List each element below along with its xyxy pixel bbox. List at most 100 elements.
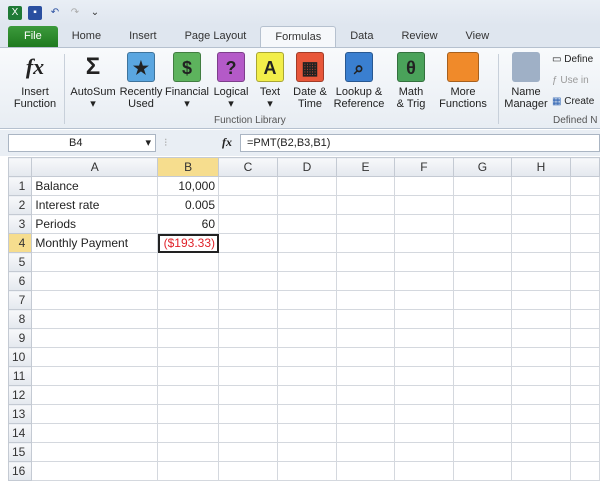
row-header[interactable]: 12 bbox=[7, 385, 33, 405]
cell[interactable] bbox=[277, 385, 337, 405]
cell[interactable] bbox=[510, 176, 571, 196]
undo-icon[interactable]: ↶ bbox=[48, 6, 62, 20]
define-name-button[interactable]: ▭ Define bbox=[552, 54, 593, 65]
cell[interactable] bbox=[218, 252, 278, 272]
cell-b5[interactable] bbox=[157, 252, 220, 272]
cell[interactable] bbox=[510, 271, 571, 291]
cell[interactable] bbox=[569, 195, 600, 215]
cell[interactable] bbox=[277, 328, 337, 348]
cell[interactable] bbox=[335, 423, 395, 443]
row-header[interactable]: 1 bbox=[7, 176, 33, 196]
row-header[interactable]: 15 bbox=[7, 442, 33, 462]
row-header[interactable]: 8 bbox=[7, 309, 33, 329]
cell[interactable] bbox=[393, 252, 454, 272]
name-manager-button[interactable]: Name Manager bbox=[502, 52, 550, 110]
row-header[interactable]: 4 bbox=[7, 233, 33, 253]
more-functions-button[interactable]: More Functions bbox=[434, 52, 492, 110]
cell[interactable] bbox=[510, 309, 571, 329]
cell-a1[interactable]: Balance bbox=[31, 176, 159, 196]
column-header-a[interactable]: A bbox=[31, 157, 159, 177]
cell[interactable] bbox=[218, 271, 278, 291]
cell[interactable] bbox=[218, 233, 278, 253]
cell[interactable] bbox=[277, 423, 337, 443]
cell[interactable] bbox=[510, 290, 571, 310]
row-header[interactable]: 3 bbox=[7, 214, 33, 234]
tab-view[interactable]: View bbox=[452, 26, 504, 47]
save-icon[interactable]: ▪ bbox=[28, 5, 42, 20]
cell-b8[interactable] bbox=[157, 309, 220, 329]
cell[interactable] bbox=[335, 195, 395, 215]
cell[interactable] bbox=[393, 290, 454, 310]
tab-home[interactable]: Home bbox=[58, 26, 115, 47]
column-header-f[interactable]: F bbox=[393, 157, 454, 177]
cell-a8[interactable] bbox=[31, 309, 159, 329]
cell[interactable] bbox=[569, 271, 600, 291]
cell[interactable] bbox=[569, 404, 600, 424]
cell-b1[interactable]: 10,000 bbox=[157, 176, 220, 196]
cell-a15[interactable] bbox=[31, 442, 159, 462]
cell[interactable] bbox=[510, 252, 571, 272]
cell[interactable] bbox=[452, 461, 512, 481]
cell[interactable] bbox=[452, 385, 512, 405]
logical-button[interactable]: ? Logical ▾ bbox=[211, 52, 251, 110]
cell[interactable] bbox=[569, 233, 600, 253]
cell[interactable] bbox=[277, 347, 337, 367]
row-header[interactable]: 5 bbox=[7, 252, 33, 272]
cell-b6[interactable] bbox=[157, 271, 220, 291]
column-header-e[interactable]: E bbox=[335, 157, 395, 177]
cell-b4[interactable]: ($193.33) bbox=[157, 233, 220, 253]
cell[interactable] bbox=[277, 176, 337, 196]
cell-b14[interactable] bbox=[157, 423, 220, 443]
financial-button[interactable]: $ Financial ▾ bbox=[164, 52, 210, 110]
recently-used-button[interactable]: ★ Recently Used bbox=[118, 52, 164, 110]
cell[interactable] bbox=[569, 214, 600, 234]
cell[interactable] bbox=[335, 214, 395, 234]
cell[interactable] bbox=[510, 195, 571, 215]
cell[interactable] bbox=[393, 366, 454, 386]
cell[interactable] bbox=[569, 176, 600, 196]
cell[interactable] bbox=[277, 404, 337, 424]
cell-b3[interactable]: 60 bbox=[157, 214, 220, 234]
cell-a5[interactable] bbox=[31, 252, 159, 272]
cell[interactable] bbox=[218, 290, 278, 310]
cell-a13[interactable] bbox=[31, 404, 159, 424]
cell[interactable] bbox=[393, 385, 454, 405]
cell-a11[interactable] bbox=[31, 366, 159, 386]
cell-b15[interactable] bbox=[157, 442, 220, 462]
autosum-button[interactable]: Σ AutoSum ▾ bbox=[68, 52, 118, 110]
column-header-d[interactable]: D bbox=[277, 157, 337, 177]
cell[interactable] bbox=[335, 309, 395, 329]
name-box[interactable]: B4 ▾ bbox=[8, 134, 156, 152]
cell[interactable] bbox=[510, 233, 571, 253]
cell[interactable] bbox=[218, 176, 278, 196]
cell[interactable] bbox=[569, 461, 600, 481]
column-header-g[interactable]: G bbox=[452, 157, 512, 177]
cell[interactable] bbox=[393, 214, 454, 234]
row-header[interactable]: 16 bbox=[7, 461, 33, 481]
cell-a9[interactable] bbox=[31, 328, 159, 348]
tab-formulas[interactable]: Formulas bbox=[260, 26, 337, 47]
cell[interactable] bbox=[569, 328, 600, 348]
customize-icon[interactable]: ⌄ bbox=[88, 6, 102, 20]
cell[interactable] bbox=[510, 328, 571, 348]
cell[interactable] bbox=[218, 461, 278, 481]
select-all[interactable] bbox=[7, 157, 33, 177]
cell[interactable] bbox=[510, 385, 571, 405]
cell[interactable] bbox=[277, 233, 337, 253]
cell[interactable] bbox=[510, 404, 571, 424]
cell[interactable] bbox=[393, 347, 454, 367]
cell[interactable] bbox=[569, 290, 600, 310]
use-in-formula-button[interactable]: ƒ Use in bbox=[552, 75, 589, 86]
cell[interactable] bbox=[452, 214, 512, 234]
cell[interactable] bbox=[335, 347, 395, 367]
cell[interactable] bbox=[277, 271, 337, 291]
cell[interactable] bbox=[218, 214, 278, 234]
text-button[interactable]: A Text ▾ bbox=[254, 52, 286, 110]
cell-b11[interactable] bbox=[157, 366, 220, 386]
row-header[interactable]: 13 bbox=[7, 404, 33, 424]
cell[interactable] bbox=[452, 290, 512, 310]
cell[interactable] bbox=[393, 233, 454, 253]
cell[interactable] bbox=[569, 385, 600, 405]
cell[interactable] bbox=[218, 442, 278, 462]
cell-a12[interactable] bbox=[31, 385, 159, 405]
